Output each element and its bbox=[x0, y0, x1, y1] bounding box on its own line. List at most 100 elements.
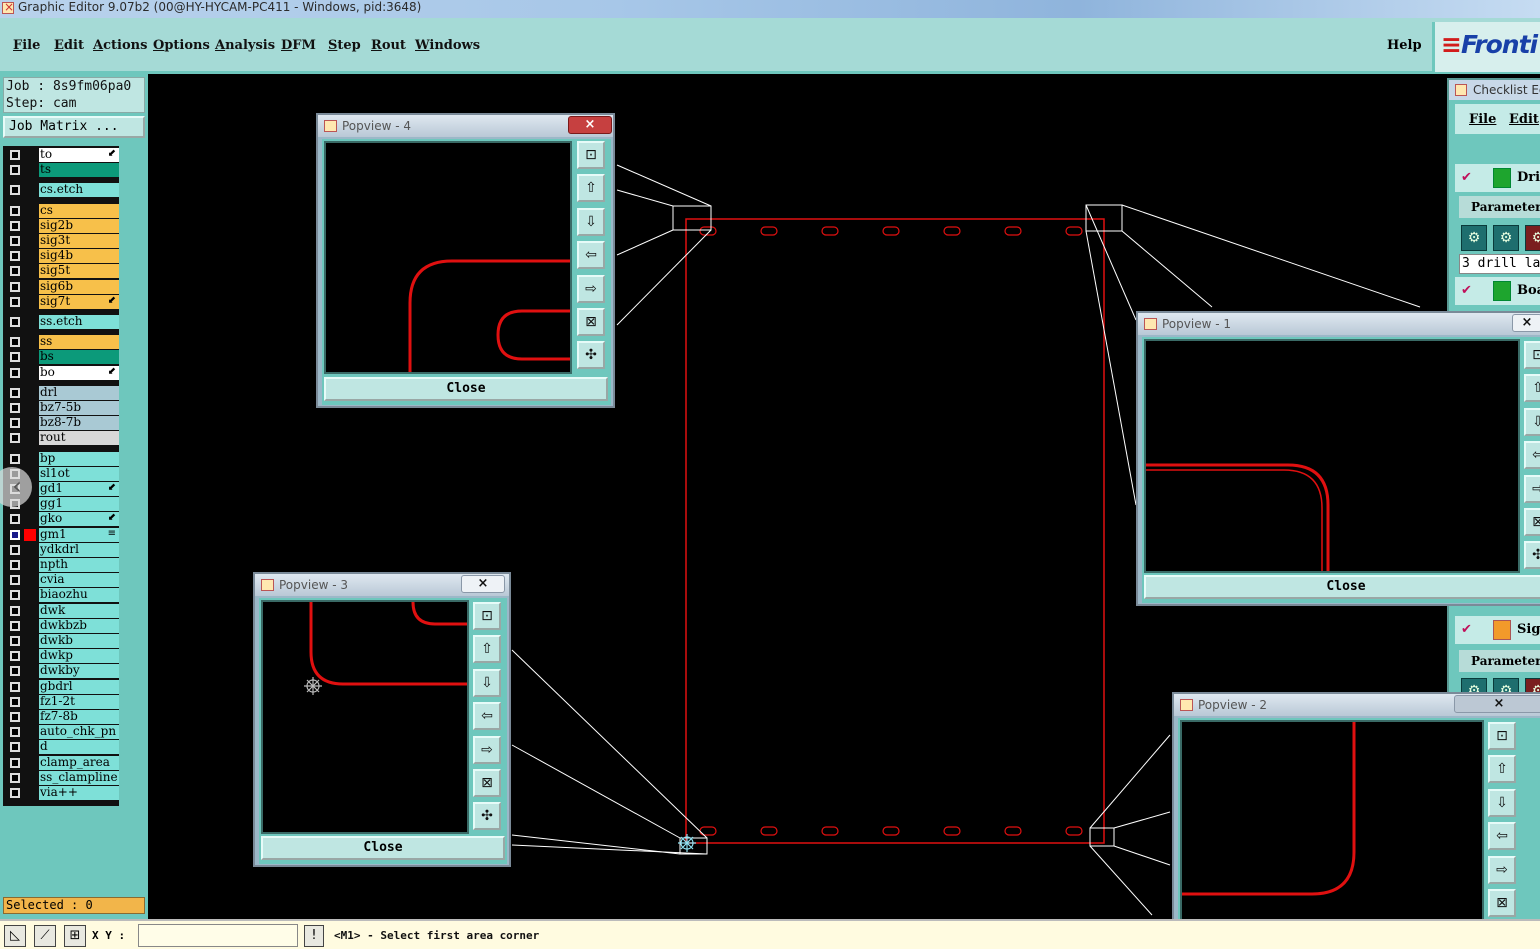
layer-name[interactable]: gko ⬋ bbox=[39, 512, 119, 527]
layer-checkbox[interactable] bbox=[10, 418, 20, 429]
layer-checkbox[interactable] bbox=[10, 251, 20, 262]
layer-row[interactable]: gko ⬋ bbox=[3, 512, 119, 527]
layer-name[interactable]: dwkp bbox=[39, 649, 119, 664]
pan-up-icon[interactable]: ⇧ bbox=[1488, 755, 1516, 784]
layer-row[interactable]: sig4b bbox=[3, 249, 119, 264]
layer-name[interactable]: cvia bbox=[39, 573, 119, 588]
layer-row[interactable]: via++ bbox=[3, 786, 119, 800]
run-action-icon[interactable]: ⚙ bbox=[1493, 225, 1519, 251]
layer-checkbox[interactable] bbox=[10, 696, 20, 707]
layer-checkbox[interactable] bbox=[10, 681, 20, 692]
layer-name[interactable]: dwkb bbox=[39, 634, 119, 648]
pan-up-icon[interactable]: ⇧ bbox=[473, 635, 501, 664]
layer-checkbox[interactable] bbox=[10, 605, 20, 616]
layer-row[interactable]: gm1 ≡ bbox=[3, 527, 119, 542]
pan-down-icon[interactable]: ⇩ bbox=[1488, 788, 1516, 817]
layer-row[interactable]: sig6b bbox=[3, 279, 119, 294]
layer-checkbox[interactable] bbox=[10, 727, 20, 738]
zoom-fit-icon[interactable]: ⊠ bbox=[577, 308, 605, 336]
layer-name[interactable]: to ⬋ bbox=[39, 148, 119, 162]
layer-row[interactable]: dwkb bbox=[3, 634, 119, 648]
layer-name[interactable]: bp bbox=[39, 451, 119, 466]
checklist-menu-edit[interactable]: Edit bbox=[1509, 112, 1539, 127]
layer-row[interactable]: sig5t bbox=[3, 264, 119, 279]
parameters-label[interactable]: Parameters bbox=[1459, 196, 1540, 218]
zoom-fit-icon[interactable]: ⊠ bbox=[1488, 889, 1516, 917]
layer-checkbox[interactable] bbox=[10, 757, 20, 768]
layer-row[interactable]: cs.etch bbox=[3, 183, 119, 198]
checklist-item[interactable]: ✔ Dril bbox=[1455, 164, 1540, 192]
popview-canvas[interactable] bbox=[261, 600, 469, 834]
layer-name[interactable]: dwkby bbox=[39, 664, 119, 679]
pan-left-icon[interactable]: ⇦ bbox=[1488, 822, 1516, 851]
layer-row[interactable]: sig7t ⬋ bbox=[3, 294, 119, 309]
layer-row[interactable]: rout bbox=[3, 431, 119, 446]
layer-name[interactable]: cs bbox=[39, 203, 119, 218]
layer-name[interactable]: sig7t ⬋ bbox=[39, 294, 119, 309]
snap-mode-icon[interactable]: ◺ bbox=[4, 925, 26, 947]
layer-row[interactable]: clamp_area bbox=[3, 755, 119, 770]
pan-up-icon[interactable]: ⇧ bbox=[1524, 374, 1540, 403]
layer-name[interactable]: rout bbox=[39, 431, 119, 446]
run-action-icon[interactable]: ⚙ bbox=[1461, 225, 1487, 251]
layer-row[interactable]: dwkbzb bbox=[3, 618, 119, 633]
layer-name[interactable]: d bbox=[39, 740, 119, 755]
layer-name[interactable]: ss_clampline bbox=[39, 770, 119, 785]
checklist-menu-file[interactable]: File bbox=[1469, 112, 1496, 127]
layer-checkbox[interactable] bbox=[10, 387, 20, 398]
layer-row[interactable]: npth bbox=[3, 558, 119, 572]
layer-row[interactable]: dwk bbox=[3, 603, 119, 618]
layer-checkbox[interactable] bbox=[10, 788, 20, 798]
layer-name[interactable]: sig5t bbox=[39, 264, 119, 279]
layer-checkbox[interactable] bbox=[10, 636, 20, 646]
layer-checkbox[interactable] bbox=[10, 337, 20, 348]
zoom-window-icon[interactable]: ⊡ bbox=[577, 141, 605, 169]
checklist-item[interactable]: ✔ Boar bbox=[1455, 277, 1540, 305]
layer-name[interactable]: sig4b bbox=[39, 249, 119, 264]
check-icon[interactable]: ✔ bbox=[1461, 622, 1472, 637]
layer-checkbox[interactable] bbox=[10, 772, 20, 783]
grid-icon[interactable]: ⊞ bbox=[64, 925, 86, 947]
layer-checkbox[interactable] bbox=[10, 281, 20, 292]
layer-name[interactable]: via++ bbox=[39, 786, 119, 800]
layer-checkbox[interactable] bbox=[10, 352, 20, 363]
layer-row[interactable]: to ⬋ bbox=[3, 148, 119, 162]
layer-checkbox[interactable] bbox=[10, 651, 20, 662]
pan-down-icon[interactable]: ⇩ bbox=[1524, 407, 1540, 436]
pan-down-icon[interactable]: ⇩ bbox=[473, 668, 501, 697]
layer-checkbox[interactable] bbox=[10, 266, 20, 277]
layer-row[interactable]: sig3t bbox=[3, 234, 119, 248]
layer-name[interactable]: clamp_area bbox=[39, 755, 119, 770]
xy-input[interactable] bbox=[138, 924, 298, 947]
layer-name[interactable]: drl bbox=[39, 385, 119, 400]
layer-name[interactable]: gm1 ≡ bbox=[39, 527, 119, 542]
layer-name[interactable]: sl1ot bbox=[39, 466, 119, 481]
zoom-center-icon[interactable]: ✣ bbox=[473, 802, 501, 831]
layer-row[interactable]: fz1-2t bbox=[3, 694, 119, 709]
layer-name[interactable]: ss.etch bbox=[39, 315, 119, 329]
layer-name[interactable]: gd1 ⬋ bbox=[39, 482, 119, 496]
layer-checkbox[interactable] bbox=[10, 544, 20, 555]
layer-row[interactable]: ydkdrl bbox=[3, 542, 119, 557]
layer-name[interactable]: ydkdrl bbox=[39, 542, 119, 557]
layer-name[interactable]: auto_chk_pn bbox=[39, 725, 119, 740]
layer-name[interactable]: sig3t bbox=[39, 234, 119, 248]
pan-up-icon[interactable]: ⇧ bbox=[577, 174, 605, 203]
layer-checkbox[interactable] bbox=[10, 590, 20, 601]
layer-name[interactable]: cs.etch bbox=[39, 183, 119, 198]
layer-row[interactable]: cs bbox=[3, 203, 119, 218]
layer-name[interactable]: fz7-8b bbox=[39, 710, 119, 724]
check-icon[interactable]: ✔ bbox=[1461, 283, 1472, 298]
layer-name[interactable]: bz7-5b bbox=[39, 401, 119, 415]
popview-close-button[interactable]: Close bbox=[1144, 575, 1540, 599]
layer-checkbox[interactable] bbox=[10, 367, 20, 378]
layer-name[interactable]: sig6b bbox=[39, 279, 119, 294]
layer-checkbox[interactable] bbox=[10, 296, 20, 307]
layer-row[interactable]: ss.etch bbox=[3, 315, 119, 329]
popview-close-button[interactable]: Close bbox=[261, 836, 505, 860]
measure-icon[interactable]: ⟋ bbox=[34, 925, 56, 947]
pan-right-icon[interactable]: ⇨ bbox=[1488, 855, 1516, 884]
layer-row[interactable]: ss_clampline bbox=[3, 770, 119, 785]
pan-right-icon[interactable]: ⇨ bbox=[1524, 474, 1540, 503]
parameters-label[interactable]: Parameters bbox=[1459, 650, 1540, 672]
